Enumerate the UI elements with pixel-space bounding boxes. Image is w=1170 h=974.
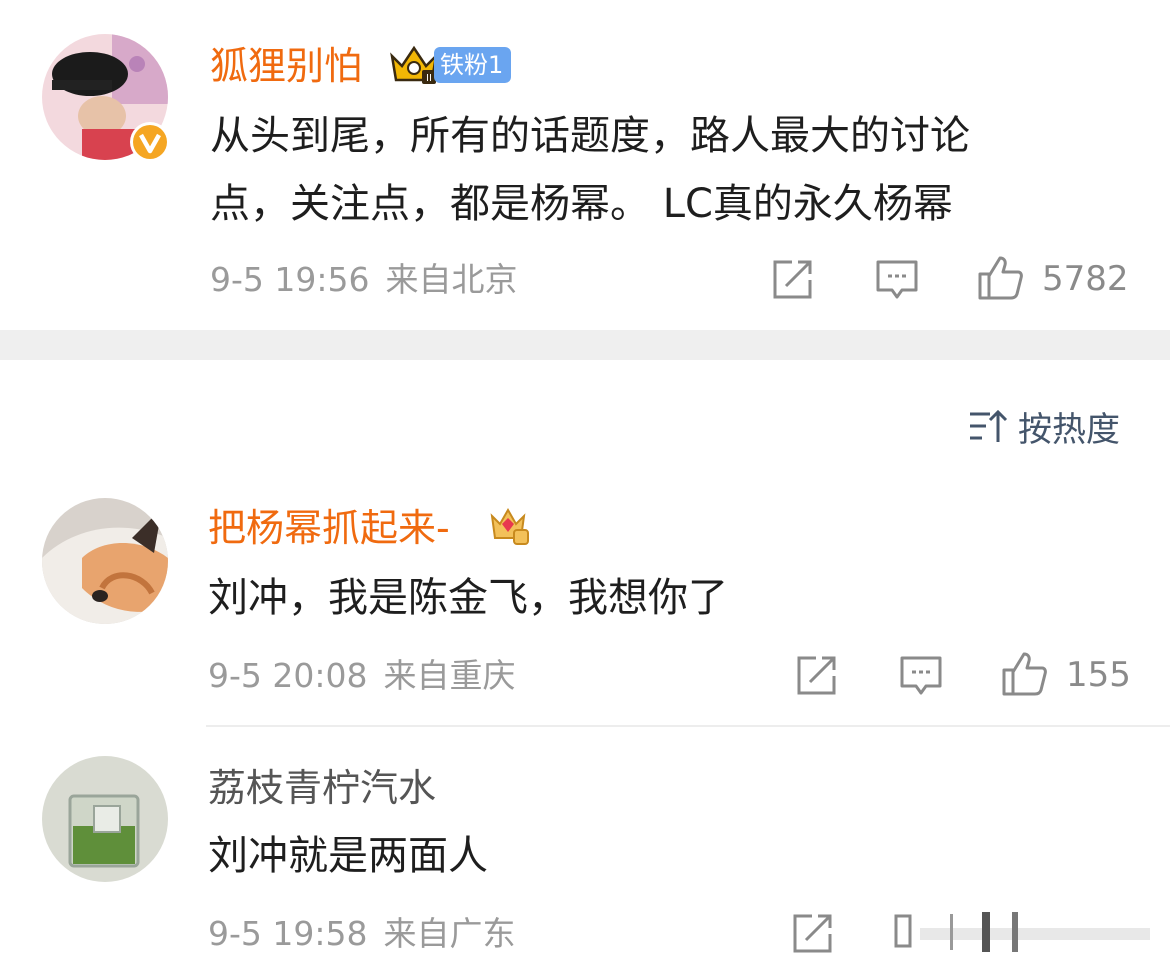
comment-text: 刘冲，我是陈金飞，我想你了 bbox=[208, 575, 728, 621]
top-comment: 狐狸别怕 II 铁粉1 从头到尾，所有的话题度，路人最大的讨论 点，关注点，都是… bbox=[0, 0, 1170, 330]
repost-icon[interactable] bbox=[790, 912, 834, 956]
comment-time: 9-5 19:56 bbox=[210, 260, 370, 299]
scroll-indicator bbox=[894, 912, 1150, 952]
username[interactable]: 狐狸别怕 bbox=[210, 44, 362, 88]
comment-separator bbox=[206, 725, 1170, 727]
crown-badge-icon: II bbox=[390, 45, 438, 84]
svg-text:II: II bbox=[426, 73, 432, 84]
avatar-fox[interactable] bbox=[42, 498, 168, 624]
comment-icon[interactable] bbox=[898, 654, 944, 698]
section-divider bbox=[0, 330, 1170, 360]
comment-meta: 9-5 20:08 来自重庆 bbox=[208, 656, 516, 696]
comment-time: 9-5 19:58 bbox=[208, 914, 368, 953]
sort-label: 按热度 bbox=[1018, 409, 1120, 450]
like-icon[interactable] bbox=[976, 254, 1024, 302]
fan-badge: 铁粉1 bbox=[434, 47, 512, 83]
obscured-action-bar bbox=[890, 908, 1170, 964]
gem-crown-icon bbox=[490, 507, 529, 545]
sort-icon bbox=[970, 409, 1008, 442]
verified-icon bbox=[130, 122, 170, 162]
comment-location: 来自广东 bbox=[383, 914, 516, 953]
comment-location: 来自北京 bbox=[385, 260, 518, 299]
like-count: 155 bbox=[1066, 655, 1131, 695]
sort-by-heat-button[interactable]: 按热度 bbox=[968, 404, 1120, 450]
comment-meta: 9-5 19:58 来自广东 bbox=[208, 914, 516, 954]
username[interactable]: 把杨幂抓起来- bbox=[208, 506, 450, 550]
comment-location: 来自重庆 bbox=[383, 656, 516, 695]
comment-time: 9-5 20:08 bbox=[208, 656, 368, 695]
like-icon[interactable] bbox=[1000, 650, 1048, 698]
username[interactable]: 荔枝青柠汽水 bbox=[208, 766, 436, 810]
comment-text: 刘冲就是两面人 bbox=[208, 833, 488, 879]
avatar-glass[interactable] bbox=[42, 756, 168, 882]
like-count: 5782 bbox=[1042, 259, 1129, 299]
comment-icon[interactable] bbox=[874, 258, 920, 302]
comment-meta: 9-5 19:56 来自北京 bbox=[210, 260, 518, 300]
comment-text-line2: 点，关注点，都是杨幂。 LC真的永久杨幂 bbox=[210, 181, 953, 227]
repost-icon[interactable] bbox=[770, 258, 814, 302]
comment-text-line1: 从头到尾，所有的话题度，路人最大的讨论 bbox=[210, 113, 970, 159]
repost-icon[interactable] bbox=[794, 654, 838, 698]
